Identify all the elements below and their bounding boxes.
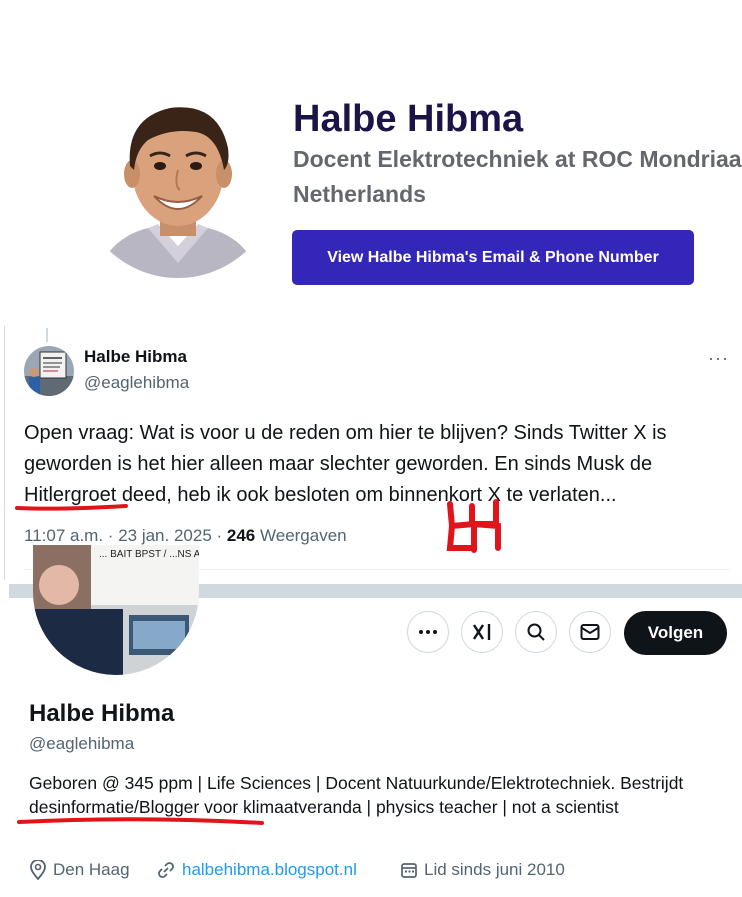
- website-item[interactable]: halbehibma.blogspot.nl: [156, 860, 357, 880]
- joined-text: Lid sinds juni 2010: [424, 860, 565, 879]
- bio-underline-annotation: [17, 817, 264, 825]
- x-profile-avatar[interactable]: ... BAIT BPST / ...NS AGAINST WA...: [33, 545, 199, 675]
- tweet-author-name[interactable]: Halbe Hibma: [84, 347, 187, 367]
- x-profile-handle: @eaglehibma: [29, 734, 135, 753]
- avatar-sign-text: ... BAIT BPST / ...NS AGAINST WA...: [99, 549, 199, 560]
- calendar-icon: [400, 861, 418, 879]
- thread-line: [46, 328, 48, 342]
- grok-icon: [471, 621, 493, 643]
- profile-name: Halbe Hibma: [293, 98, 524, 140]
- location-text: Den Haag: [53, 860, 130, 879]
- website-link[interactable]: halbehibma.blogspot.nl: [182, 860, 357, 880]
- joined-item: Lid sinds juni 2010: [400, 860, 565, 880]
- follow-button[interactable]: Volgen: [624, 611, 727, 655]
- grok-button[interactable]: [461, 611, 503, 653]
- envelope-icon: [580, 623, 600, 641]
- x-profile-name: Halbe Hibma: [29, 700, 175, 727]
- swastika-annotation: [446, 499, 501, 553]
- tweet-avatar[interactable]: [24, 346, 74, 396]
- message-button[interactable]: [569, 611, 611, 653]
- view-contact-button[interactable]: View Halbe Hibma's Email & Phone Number: [292, 230, 694, 285]
- tweet-author-handle[interactable]: @eaglehibma: [84, 373, 189, 393]
- underline-hitlergroet: [15, 504, 128, 511]
- link-icon: [156, 860, 176, 880]
- profile-photo: [78, 78, 278, 278]
- location-item: Den Haag: [29, 860, 130, 880]
- location-pin-icon: [29, 860, 47, 880]
- more-button[interactable]: [407, 611, 449, 653]
- country: Netherlands: [293, 181, 426, 207]
- search-profile-button[interactable]: [515, 611, 557, 653]
- more-options-icon[interactable]: ···: [708, 348, 729, 369]
- job-title: Docent Elektrotechniek at ROC Mondriaa: [293, 146, 742, 172]
- search-icon: [526, 622, 546, 642]
- more-horizontal-icon: [418, 629, 438, 635]
